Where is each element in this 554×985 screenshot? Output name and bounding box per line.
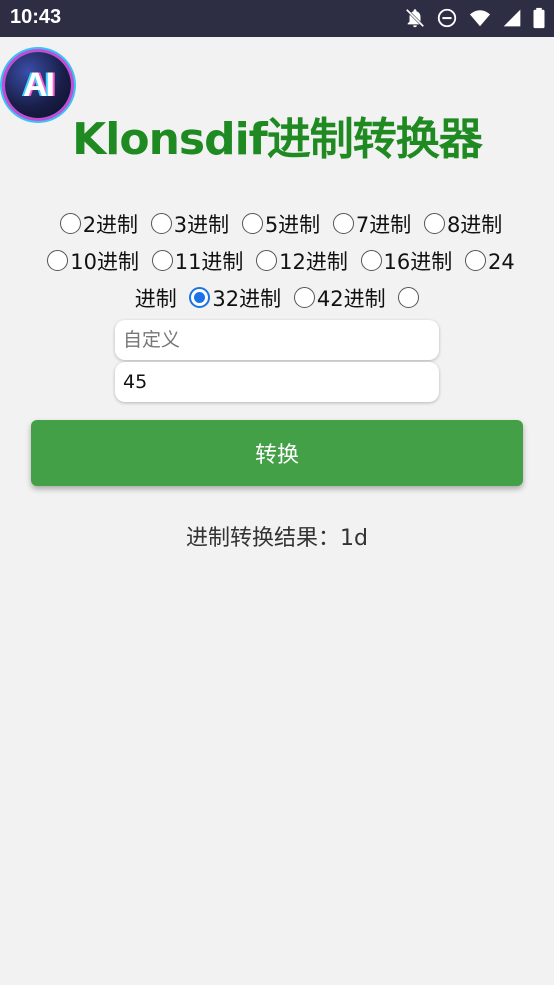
page-title: Klonsdif进制转换器	[72, 114, 483, 165]
radio-button[interactable]	[241, 213, 263, 234]
radio-button[interactable]	[151, 250, 173, 271]
radio-option-3[interactable]: 3进制	[145, 213, 229, 237]
radio-option-5[interactable]: 5进制	[236, 213, 320, 237]
status-bar: 10:43	[0, 0, 554, 37]
wifi-icon	[469, 10, 491, 27]
radio-label: 8进制	[446, 213, 503, 237]
radio-button[interactable]	[256, 250, 278, 271]
radio-label: 32进制	[212, 287, 282, 311]
radio-label: 11进制	[174, 250, 244, 274]
radio-label: 5进制	[264, 213, 321, 237]
logo-text: AI	[23, 65, 55, 104]
radio-button-selected[interactable]	[189, 287, 211, 308]
radio-option-32[interactable]: 32进制	[183, 287, 281, 311]
custom-radix-input[interactable]	[115, 320, 439, 360]
radio-button[interactable]	[398, 287, 420, 308]
radio-button[interactable]	[150, 213, 172, 234]
signal-icon	[503, 9, 521, 27]
radio-button[interactable]	[47, 250, 69, 271]
radio-label: 42进制	[316, 287, 386, 311]
number-input[interactable]	[115, 362, 439, 402]
battery-icon	[533, 7, 545, 29]
radio-label: 7进制	[355, 213, 412, 237]
radio-option-custom[interactable]	[392, 287, 421, 311]
do-not-disturb-icon	[437, 8, 457, 28]
radio-label: 2进制	[82, 213, 139, 237]
radio-button[interactable]	[464, 250, 486, 271]
radio-option-11[interactable]: 11进制	[146, 250, 244, 274]
radio-button[interactable]	[360, 250, 382, 271]
radio-option-16[interactable]: 16进制	[355, 250, 453, 274]
radio-option-2[interactable]: 2进制	[54, 213, 138, 237]
radio-label: 3进制	[173, 213, 230, 237]
app-logo: AI	[5, 52, 71, 118]
status-icons	[404, 7, 546, 29]
radio-option-7[interactable]: 7进制	[327, 213, 411, 237]
notifications-off-icon	[405, 8, 425, 28]
radio-button[interactable]	[293, 287, 315, 308]
radio-label: 12进制	[279, 250, 348, 274]
radio-button[interactable]	[332, 213, 354, 234]
radio-option-10[interactable]: 10进制	[41, 250, 139, 274]
radio-button[interactable]	[423, 213, 445, 234]
conversion-result: 进制转换结果：1d	[186, 526, 368, 551]
status-time: 10:43	[10, 6, 62, 28]
radio-label: 10进制	[70, 250, 140, 274]
radio-option-12[interactable]: 12进制	[250, 250, 348, 274]
radio-option-8[interactable]: 8进制	[418, 213, 502, 237]
radix-radio-group: 2进制 3进制 5进制 7进制 8进制 10进制 11进制 12进制 16进制 …	[36, 207, 520, 318]
radio-option-42[interactable]: 42进制	[288, 287, 386, 311]
radio-label: 16进制	[383, 250, 453, 274]
convert-button[interactable]: 转换	[31, 420, 523, 486]
radio-button[interactable]	[59, 213, 81, 234]
